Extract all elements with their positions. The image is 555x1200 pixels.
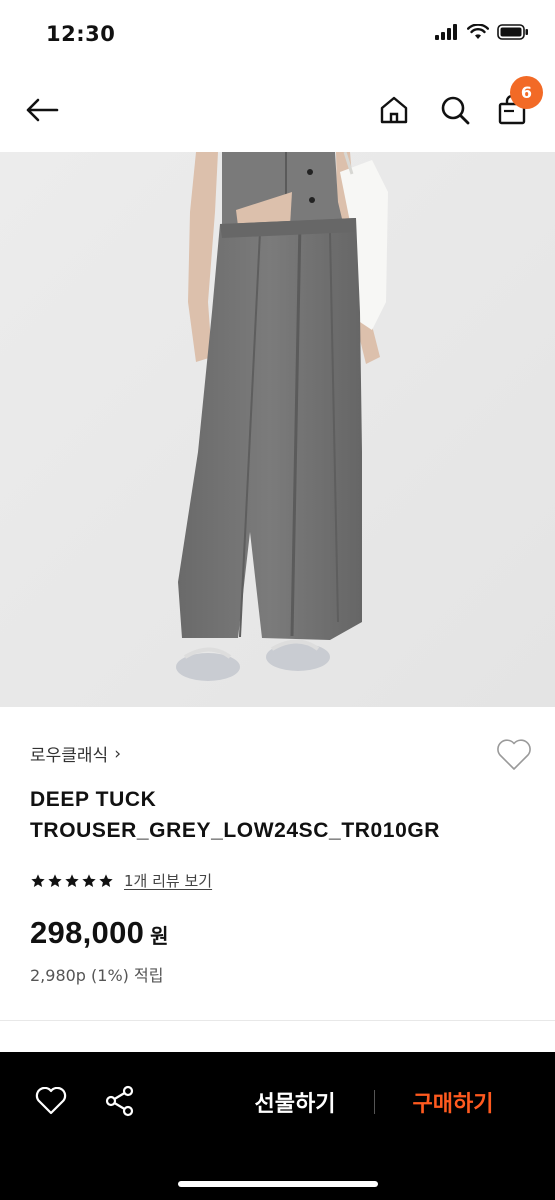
cellular-signal-icon xyxy=(435,24,457,40)
heart-icon xyxy=(35,1087,67,1115)
home-indicator[interactable] xyxy=(178,1181,378,1187)
product-name: DEEP TUCK TROUSER_GREY_LOW24SC_TR010GR xyxy=(30,784,500,846)
wishlist-button[interactable] xyxy=(494,735,534,775)
product-image[interactable] xyxy=(0,152,555,707)
status-time: 12:30 xyxy=(46,22,116,46)
star-icon xyxy=(31,873,45,887)
star-icon xyxy=(48,873,62,887)
search-icon xyxy=(441,96,470,125)
cart-count-badge: 6 xyxy=(510,76,543,109)
star-icon xyxy=(99,873,113,887)
gift-button[interactable]: 선물하기 xyxy=(230,1082,360,1122)
star-icon xyxy=(65,873,79,887)
star-rating xyxy=(30,873,114,889)
buy-button[interactable]: 구매하기 xyxy=(392,1082,514,1122)
price-row: 298,000 원 xyxy=(30,915,169,951)
product-name-line-2: TROUSER_GREY_LOW24SC_TR010GR xyxy=(30,819,441,842)
divider xyxy=(0,1020,555,1021)
price-value: 298,000 xyxy=(30,915,145,950)
header-bar: 6 xyxy=(0,70,555,152)
product-photo xyxy=(0,152,555,707)
star-icon xyxy=(82,873,96,887)
wifi-icon xyxy=(467,24,489,39)
battery-icon xyxy=(497,24,528,40)
search-button[interactable] xyxy=(433,88,477,132)
price-currency: 원 xyxy=(150,924,169,948)
bottom-action-bar: 선물하기 구매하기 xyxy=(0,1052,555,1200)
chevron-right-icon: › xyxy=(114,743,122,764)
review-link[interactable]: 1개 리뷰 보기 xyxy=(124,870,212,891)
button-separator xyxy=(374,1090,375,1114)
share-icon xyxy=(105,1085,134,1117)
back-arrow-icon xyxy=(26,98,59,122)
home-icon xyxy=(380,96,408,124)
brand-name: 로우클래식 xyxy=(30,746,109,766)
back-button[interactable] xyxy=(20,88,64,132)
status-bar: 12:30 xyxy=(0,0,555,70)
home-button[interactable] xyxy=(372,88,416,132)
reward-points: 2,980p (1%) 적립 xyxy=(30,966,164,985)
rating-row: 1개 리뷰 보기 xyxy=(30,870,212,891)
heart-icon xyxy=(497,739,531,770)
brand-link[interactable]: 로우클래식 › xyxy=(30,741,122,767)
product-name-line-1: DEEP TUCK xyxy=(30,788,157,811)
share-button[interactable] xyxy=(100,1081,140,1121)
status-icons xyxy=(435,24,529,40)
bottom-wishlist-button[interactable] xyxy=(31,1081,71,1121)
